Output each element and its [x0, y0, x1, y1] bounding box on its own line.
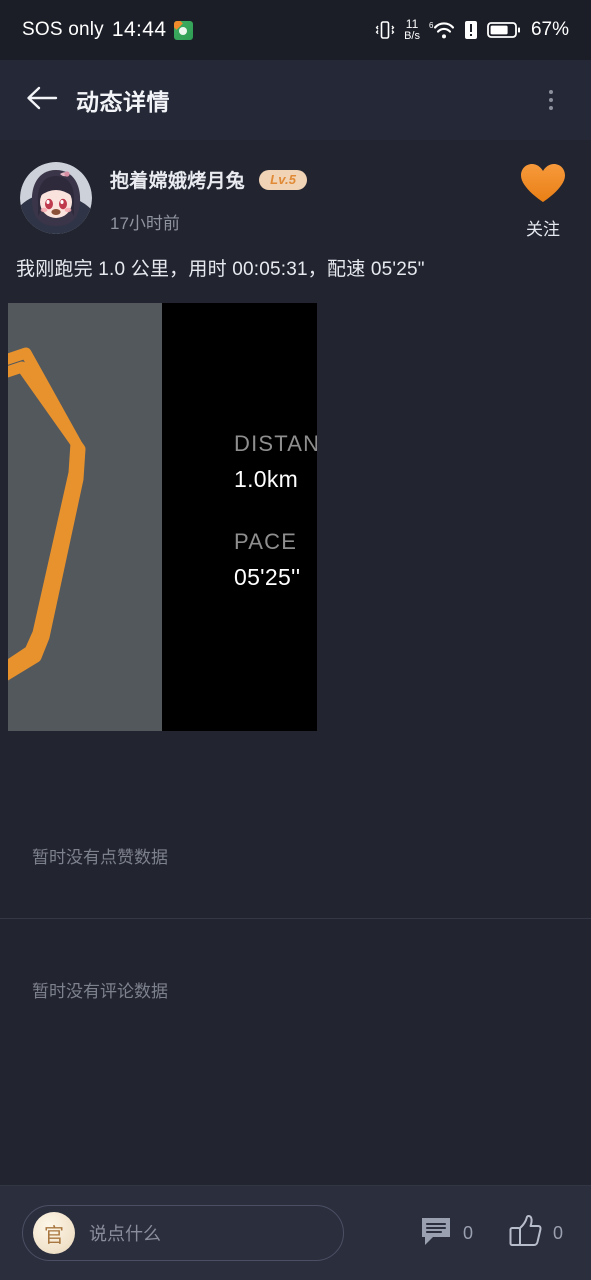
wechat-icon	[174, 20, 194, 40]
post-media-wrapper: DISTANCE 1.0km PACE 05'25''	[0, 281, 591, 731]
thumbs-up-icon	[507, 1214, 543, 1253]
wifi-6-icon: 6	[429, 19, 455, 41]
avatar[interactable]	[20, 162, 92, 234]
carrier-label: SOS only	[22, 19, 104, 40]
network-speed-value: 11	[405, 17, 419, 31]
follow-label: 关注	[526, 220, 560, 239]
comment-icon	[419, 1215, 453, 1252]
user-name-row: 抱着嫦娥烤月兔 Lv.5	[110, 166, 308, 193]
network-speed-indicator: 11 B/s	[404, 18, 420, 42]
network-speed-unit: B/s	[404, 30, 420, 42]
comments-empty-text: 暂时没有评论数据	[32, 982, 168, 1001]
post-timestamp: 17小时前	[110, 214, 180, 233]
stat-value-distance: 1.0km	[234, 466, 299, 492]
run-stats-panel: DISTANCE 1.0km PACE 05'25''	[162, 303, 317, 731]
back-button[interactable]	[20, 78, 64, 122]
status-bar-left: SOS only 14:44	[22, 18, 194, 42]
stat-spacer	[234, 493, 317, 529]
back-arrow-icon	[25, 85, 59, 116]
more-vertical-icon	[549, 106, 553, 110]
user-info: 抱着嫦娥烤月兔 Lv.5 17小时前	[110, 162, 308, 234]
comment-count-button[interactable]: 0	[419, 1215, 473, 1252]
app-bar: 动态详情	[0, 60, 591, 140]
comment-input-placeholder: 说点什么	[89, 1224, 161, 1244]
post-media-image[interactable]: DISTANCE 1.0km PACE 05'25''	[8, 303, 317, 731]
page-title: 动态详情	[76, 89, 170, 115]
comment-input[interactable]: 官 说点什么	[22, 1205, 344, 1261]
comment-count: 0	[462, 1222, 473, 1243]
bottom-bar-actions: 0 0	[419, 1214, 569, 1253]
like-count: 0	[552, 1222, 563, 1243]
mini-avatar: 官	[33, 1212, 75, 1254]
more-options-button[interactable]	[531, 78, 571, 122]
user-name[interactable]: 抱着嫦娥烤月兔	[110, 166, 245, 193]
level-badge: Lv.5	[259, 169, 308, 190]
battery-percent-label: 67%	[530, 19, 569, 40]
run-route-map	[8, 303, 162, 731]
likes-empty-text: 暂时没有点赞数据	[32, 848, 168, 867]
sim-alert-icon	[464, 20, 478, 40]
status-bar-right: 11 B/s 6 67%	[375, 18, 569, 42]
vibrate-icon	[375, 19, 395, 41]
like-count-button[interactable]: 0	[507, 1214, 563, 1253]
post-header: 抱着嫦娥烤月兔 Lv.5 17小时前 关注	[0, 140, 591, 239]
stat-value-pace: 05'25''	[234, 564, 301, 590]
follow-button[interactable]: 关注	[519, 162, 567, 240]
battery-icon	[487, 20, 521, 40]
bottom-action-bar: 官 说点什么 0 0	[0, 1185, 591, 1280]
status-bar: SOS only 14:44 11 B/s 6 67%	[0, 0, 591, 60]
more-vertical-icon	[549, 98, 553, 102]
heart-icon	[519, 162, 567, 209]
post-text: 我刚跑完 1.0 公里，用时 00:05:31，配速 05'25"	[16, 259, 425, 280]
svg-text:6: 6	[429, 21, 434, 30]
stat-label-distance: DISTANCE	[234, 431, 317, 456]
clock-label: 14:44	[111, 18, 167, 41]
more-vertical-icon	[549, 90, 553, 94]
stat-label-pace: PACE	[234, 529, 298, 554]
